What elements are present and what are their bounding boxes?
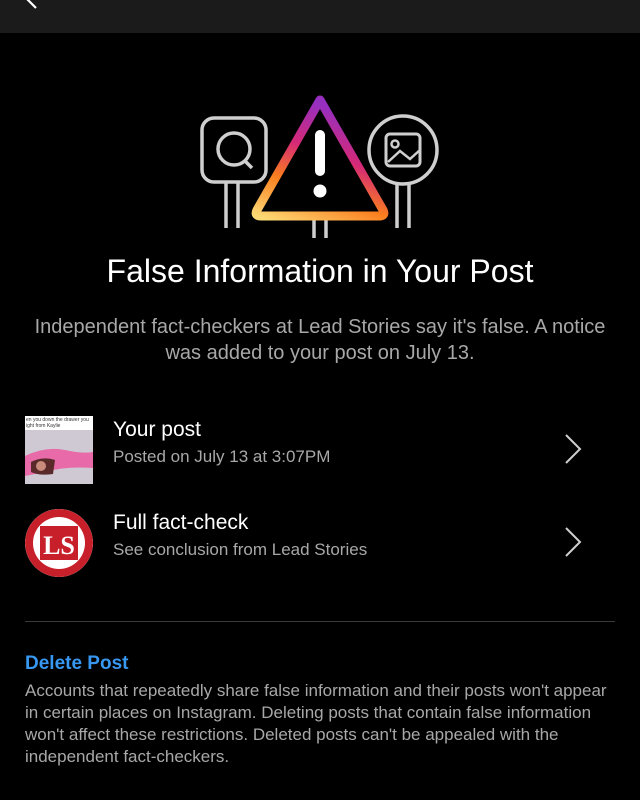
divider [25, 621, 615, 622]
full-fact-check-title: Full fact-check [113, 511, 249, 534]
your-post-row[interactable]: en you down the drawer you ight from Kay… [0, 412, 640, 488]
full-fact-check-subtitle: See conclusion from Lead Stories [113, 540, 368, 559]
chevron-right-icon [565, 527, 582, 557]
notice-description: Independent fact-checkers at Lead Storie… [34, 316, 606, 364]
notice-title: False Information in Your Post [106, 253, 534, 289]
warning-triangle-icon [251, 95, 389, 238]
lead-stories-logo-text: LS [43, 531, 75, 560]
delete-post-button[interactable]: Delete Post [25, 653, 128, 675]
post-thumbnail: en you down the drawer you ight from Kay… [25, 416, 93, 484]
chevron-right-icon [565, 434, 582, 464]
delete-post-explanation: Accounts that repeatedly share false inf… [25, 681, 607, 766]
your-post-timestamp: Posted on July 13 at 3:07PM [113, 447, 331, 466]
false-information-illustration [200, 95, 439, 238]
chevron-left-icon[interactable] [14, 0, 44, 16]
full-fact-check-row[interactable]: LS Full fact-check See conclusion from L… [0, 505, 640, 581]
lead-stories-logo: LS [25, 509, 93, 577]
top-bar [0, 0, 640, 33]
your-post-title: Your post [113, 418, 201, 441]
